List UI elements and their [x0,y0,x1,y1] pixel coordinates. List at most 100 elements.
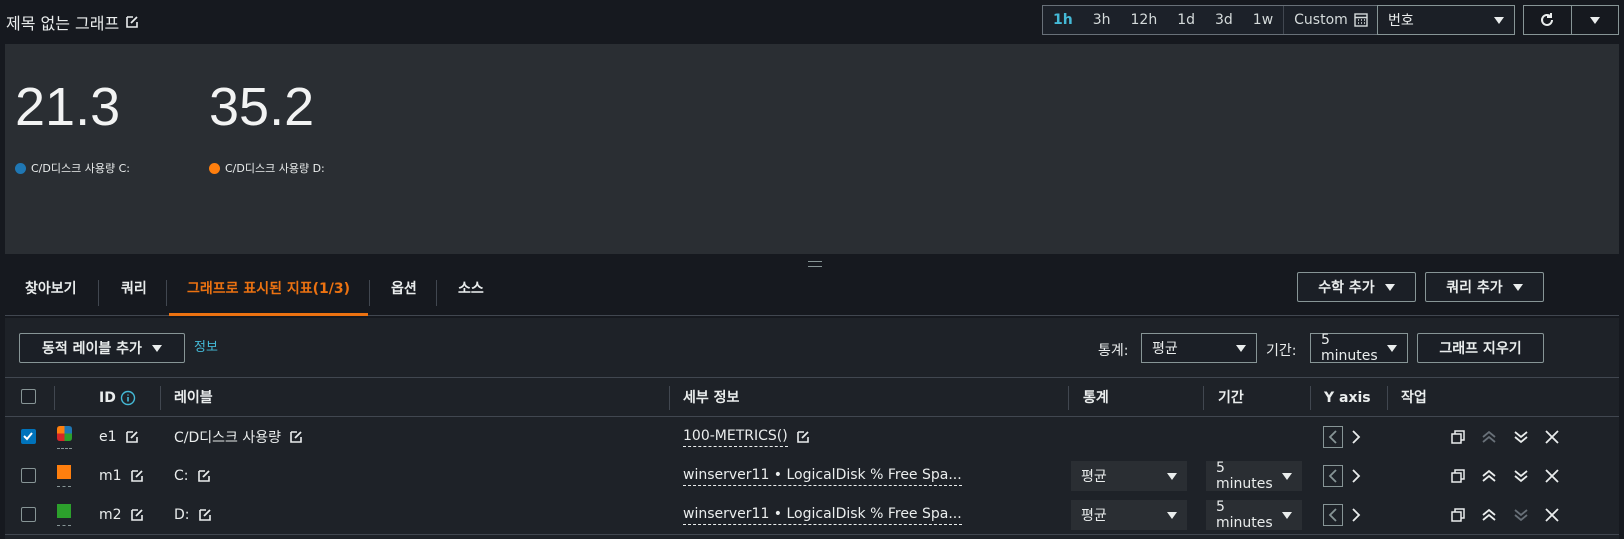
duplicate-icon[interactable] [1451,430,1465,444]
edit-icon[interactable] [125,15,139,29]
clear-graph-button[interactable]: 그래프 지우기 [1417,333,1544,363]
close-icon[interactable] [1545,430,1559,444]
yaxis-toggle[interactable] [1323,417,1361,457]
time-range-1h[interactable]: 1h [1043,6,1083,34]
column-divider [1203,386,1204,410]
tab-source[interactable]: 소스 [458,266,484,316]
info-icon[interactable] [120,390,136,406]
yaxis-toggle[interactable] [1323,495,1361,535]
move-up-icon[interactable] [1481,468,1497,484]
move-down-icon[interactable] [1513,429,1529,445]
refresh-button[interactable] [1524,6,1571,34]
yaxis-left-button[interactable] [1323,504,1343,526]
tab-divider [436,280,437,306]
edit-icon[interactable] [130,469,144,483]
time-range-3d[interactable]: 3d [1205,6,1243,34]
time-range-3h[interactable]: 3h [1083,6,1121,34]
time-range-12h[interactable]: 12h [1121,6,1168,34]
row-checkbox[interactable] [21,507,36,522]
check-icon [23,432,33,441]
yaxis-toggle[interactable] [1323,456,1361,496]
yaxis-left-button[interactable] [1323,426,1343,448]
chevron-down-icon [1387,344,1397,352]
row-color[interactable] [57,417,72,457]
tab-options[interactable]: 옵션 [391,266,417,316]
row-stat-select[interactable]: 평균 [1071,461,1187,491]
row-details: winserver11 • LogicalDisk % Free Spa... [683,495,962,535]
add-math-button[interactable]: 수학 추가 [1297,272,1416,302]
period-select[interactable]: 5 minutes [1310,332,1408,364]
edit-icon[interactable] [197,469,211,483]
column-actions: 작업 [1401,390,1427,406]
custom-range-label: Custom [1294,12,1348,28]
row-stat-value: 평균 [1081,469,1107,485]
view-select[interactable]: 번호 [1377,5,1515,35]
legend-item[interactable]: C/D디스크 사용량 C: [15,160,130,176]
yaxis-left-button[interactable] [1323,465,1343,487]
row-period-value: 5 minutes [1216,499,1273,531]
add-math-label: 수학 추가 [1318,280,1375,296]
close-icon[interactable] [1545,508,1559,522]
row-id: m2 [99,495,144,535]
custom-range-button[interactable]: Custom [1283,6,1378,34]
row-period-value: 5 minutes [1216,460,1273,492]
row-actions [1451,495,1559,535]
column-divider [1310,386,1311,410]
chevron-right-icon[interactable] [1351,430,1361,444]
close-icon[interactable] [1545,469,1559,483]
row-color[interactable] [57,495,71,535]
row-actions [1451,456,1559,496]
color-swatch-wrap [57,465,71,487]
tab-divider [369,280,370,306]
move-down-icon [1514,509,1528,522]
tab-query[interactable]: 쿼리 [121,266,147,316]
move-down-icon[interactable] [1513,468,1529,484]
edit-icon[interactable] [796,430,810,444]
edit-icon[interactable] [289,430,303,444]
row-details-text[interactable]: 100-METRICS() [683,428,788,447]
color-swatch-wrap [57,425,72,449]
row-checkbox[interactable] [21,468,36,483]
row-details-text[interactable]: winserver11 • LogicalDisk % Free Spa... [683,467,962,486]
row-period-select[interactable]: 5 minutes [1206,460,1302,492]
info-link[interactable]: 정보 [194,336,218,355]
time-range-1w[interactable]: 1w [1243,6,1283,34]
refresh-options-button[interactable] [1570,6,1619,34]
edit-icon[interactable] [198,508,212,522]
legend-item[interactable]: C/D디스크 사용량 D: [209,160,325,176]
chevron-right-icon[interactable] [1351,469,1361,483]
tab-browse[interactable]: 찾아보기 [25,266,77,316]
tab-divider [166,280,167,306]
row-actions [1451,417,1559,457]
time-range-1d[interactable]: 1d [1167,6,1205,34]
stat-select[interactable]: 평균 [1141,333,1257,363]
add-dynamic-label-text: 동적 레이블 추가 [42,341,142,357]
duplicate-icon[interactable] [1451,469,1465,483]
row-details-text[interactable]: winserver11 • LogicalDisk % Free Spa... [683,506,962,525]
move-up-icon[interactable] [1481,507,1497,523]
row-checkbox[interactable] [21,429,36,444]
time-range-group: 1h 3h 12h 1d 3d 1w Custom [1042,5,1379,35]
add-query-button[interactable]: 쿼리 추가 [1425,272,1544,302]
edit-icon[interactable] [125,430,139,444]
row-color[interactable] [57,456,71,496]
duplicate-icon[interactable] [1451,508,1465,522]
stat-select-value: 평균 [1152,341,1178,357]
tab-graphed-metrics[interactable]: 그래프로 표시된 지표(1/3) [169,266,368,316]
add-dynamic-label-button[interactable]: 동적 레이블 추가 [19,333,185,363]
legend-swatch [209,162,220,174]
select-all-checkbox[interactable] [21,389,36,404]
table-row: m2 D: winserver11 • LogicalDisk % Free S… [5,495,1619,535]
column-divider [669,386,670,410]
chevron-left-icon [1328,469,1337,483]
row-stat-select[interactable]: 평균 [1071,500,1187,530]
chevron-right-icon[interactable] [1351,508,1361,522]
row-period-select[interactable]: 5 minutes [1206,499,1302,531]
chevron-down-icon [1282,511,1292,519]
row-id: m1 [99,456,144,496]
table-header: ID 레이블 세부 정보 통계 기간 Y axis 작업 [5,377,1619,417]
legend-swatch [15,162,26,174]
graph-title[interactable]: 제목 없는 그래프 [6,10,139,34]
edit-icon[interactable] [130,508,144,522]
chevron-down-icon [1167,472,1177,480]
